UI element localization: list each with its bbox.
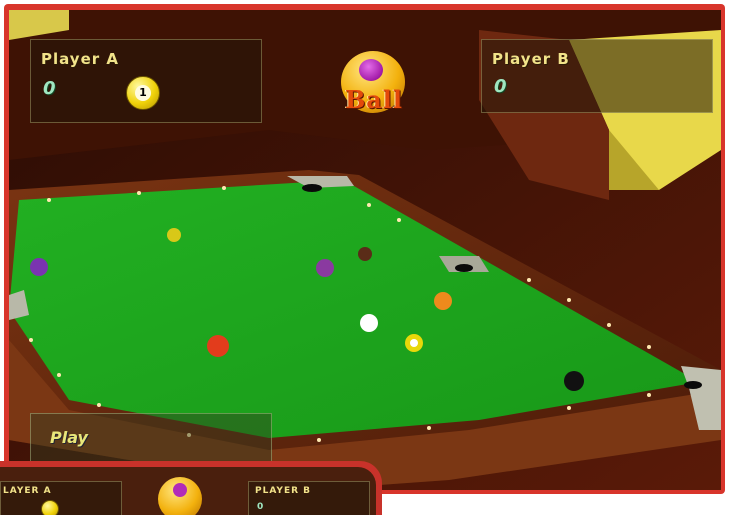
- thumbnail-screenshot: LAYER A PLAYER B 0: [0, 461, 382, 515]
- brown-ball: [358, 247, 372, 261]
- ball-emblem-icon: [359, 59, 383, 81]
- purple-ball: [316, 259, 334, 277]
- thumbnail-inner: LAYER A PLAYER B 0: [0, 467, 376, 515]
- purple-ball: [30, 258, 48, 276]
- black-ball: [564, 371, 584, 391]
- pocket-hole: [684, 381, 702, 389]
- player-b-score: 0: [494, 76, 507, 97]
- pocket-hole: [302, 184, 322, 192]
- game-viewport[interactable]: Player A 0 1 Ball Player B 0 Play: [9, 10, 721, 490]
- thumbnail-player-b-name: PLAYER B: [255, 486, 312, 496]
- pocket-hole: [455, 264, 473, 272]
- player-b-name: Player B: [492, 50, 570, 68]
- thumbnail-ball-emblem-icon: [173, 483, 187, 497]
- thumbnail-ball-emblem: [158, 477, 202, 515]
- ball-emblem: Ball: [332, 51, 416, 125]
- play-label: Play: [50, 428, 88, 447]
- orange-ball: [434, 292, 452, 310]
- thumbnail-player-b-panel: PLAYER B 0: [248, 481, 370, 515]
- thumbnail-player-a-ball-icon: [41, 500, 59, 515]
- yellow-ball: [167, 228, 181, 242]
- player-a-ball-icon: 1: [126, 76, 160, 110]
- player-a-name: Player A: [41, 50, 119, 68]
- thumbnail-player-a-name: LAYER A: [3, 486, 52, 496]
- ball-emblem-text: Ball: [344, 85, 404, 114]
- thumbnail-player-a-panel: LAYER A: [0, 481, 122, 515]
- player-b-panel: Player B 0: [481, 39, 713, 113]
- player-a-panel: Player A 0 1: [30, 39, 262, 123]
- player-a-ball-number: 1: [135, 85, 151, 101]
- thumbnail-player-b-score: 0: [257, 502, 265, 512]
- cue-ball: [360, 314, 378, 332]
- player-a-score: 0: [43, 78, 56, 99]
- screenshot: Player A 0 1 Ball Player B 0 Play LAYER …: [0, 0, 729, 515]
- red-ball: [207, 335, 229, 357]
